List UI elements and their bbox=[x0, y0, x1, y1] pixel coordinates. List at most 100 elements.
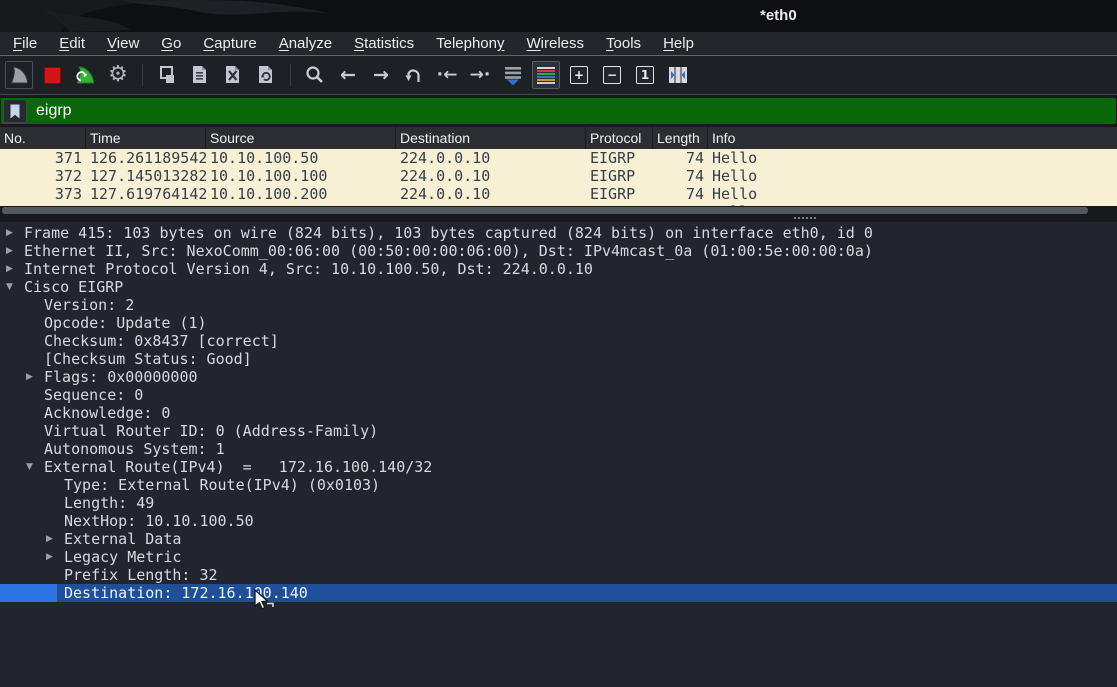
menu-item-go[interactable]: Go bbox=[150, 35, 192, 52]
column-header-length[interactable]: Length bbox=[653, 127, 708, 149]
restart-capture-button[interactable] bbox=[71, 61, 99, 89]
restart-fin-icon bbox=[73, 63, 97, 87]
pane-splitter[interactable] bbox=[0, 215, 1117, 222]
next-packet-button[interactable]: →· bbox=[466, 61, 494, 89]
cell-source: 10.10.100.200 bbox=[206, 185, 396, 203]
column-header-source[interactable]: Source bbox=[206, 127, 396, 149]
detail-text: Legacy Metric bbox=[64, 548, 181, 566]
main-toolbar: ⚙ bbox=[0, 56, 1117, 95]
scrollbar-thumb[interactable] bbox=[2, 207, 1088, 214]
cell-protocol: EIGRP bbox=[586, 185, 653, 203]
colorize-button[interactable] bbox=[532, 61, 560, 89]
tree-collapsed-icon[interactable]: ▶ bbox=[6, 224, 13, 242]
auto-scroll-button[interactable] bbox=[499, 61, 527, 89]
menu-item-capture[interactable]: Capture bbox=[192, 35, 267, 52]
detail-line[interactable]: ▼Cisco EIGRP bbox=[0, 278, 1117, 296]
display-filter-input[interactable]: eigrp bbox=[1, 98, 1116, 124]
filter-value: eigrp bbox=[36, 102, 72, 120]
zoom-out-button[interactable]: − bbox=[598, 61, 626, 89]
next-packet-icon: →· bbox=[470, 67, 491, 84]
packet-row[interactable]: 373127.61976414210.10.100.200224.0.0.10E… bbox=[0, 185, 1117, 203]
detail-line[interactable]: Autonomous System: 1 bbox=[0, 440, 1117, 458]
column-header-time[interactable]: Time bbox=[86, 127, 206, 149]
reload-file-button[interactable] bbox=[252, 61, 280, 89]
detail-line[interactable]: Virtual Router ID: 0 (Address-Family) bbox=[0, 422, 1117, 440]
previous-packet-button[interactable]: ·← bbox=[433, 61, 461, 89]
toolbar-separator bbox=[290, 64, 291, 86]
detail-text: Version: 2 bbox=[44, 296, 134, 314]
menu-item-file[interactable]: File bbox=[2, 35, 48, 52]
menu-item-telephony[interactable]: Telephony bbox=[425, 35, 515, 52]
zoom-100-button[interactable]: 1 bbox=[631, 61, 659, 89]
detail-line[interactable]: Acknowledge: 0 bbox=[0, 404, 1117, 422]
zoom-in-button[interactable]: + bbox=[565, 61, 593, 89]
packet-row[interactable]: 372127.14501328210.10.100.100224.0.0.10E… bbox=[0, 167, 1117, 185]
cell-time: 126.261189542 bbox=[86, 149, 206, 167]
detail-text: Sequence: 0 bbox=[44, 386, 143, 404]
menu-item-help[interactable]: Help bbox=[652, 35, 705, 52]
filter-bookmark-button[interactable] bbox=[3, 99, 27, 123]
save-file-button[interactable] bbox=[186, 61, 214, 89]
detail-line[interactable]: ▶Internet Protocol Version 4, Src: 10.10… bbox=[0, 260, 1117, 278]
detail-line-selected[interactable]: Destination: 172.16.100.140 bbox=[0, 584, 1117, 602]
detail-line[interactable]: [Checksum Status: Good] bbox=[0, 350, 1117, 368]
resize-columns-button[interactable] bbox=[664, 61, 692, 89]
menu-item-wireless[interactable]: Wireless bbox=[516, 35, 596, 52]
detail-line[interactable]: Version: 2 bbox=[0, 296, 1117, 314]
packet-row[interactable]: 371126.26118954210.10.100.50224.0.0.10EI… bbox=[0, 149, 1117, 167]
cell-destination: 224.0.0.10 bbox=[396, 185, 586, 203]
detail-line[interactable]: ▼External Route(IPv4) = 172.16.100.140/3… bbox=[0, 458, 1117, 476]
detail-line[interactable]: ▶Ethernet II, Src: NexoComm_00:06:00 (00… bbox=[0, 242, 1117, 260]
detail-line[interactable]: Opcode: Update (1) bbox=[0, 314, 1117, 332]
detail-text: NextHop: 10.10.100.50 bbox=[64, 512, 254, 530]
cell-destination: 224.0.0.10 bbox=[396, 167, 586, 185]
menu-item-tools[interactable]: Tools bbox=[595, 35, 652, 52]
detail-line[interactable]: Length: 49 bbox=[0, 494, 1117, 512]
open-file-button[interactable] bbox=[153, 61, 181, 89]
cell-source: 10.10.100.100 bbox=[206, 167, 396, 185]
tree-collapsed-icon[interactable]: ▶ bbox=[6, 260, 13, 278]
auto-scroll-icon bbox=[501, 63, 525, 87]
bookmark-icon bbox=[9, 104, 21, 119]
detail-line[interactable]: ▶External Data bbox=[0, 530, 1117, 548]
menu-item-analyze[interactable]: Analyze bbox=[268, 35, 343, 52]
capture-options-button[interactable]: ⚙ bbox=[104, 61, 132, 89]
detail-line[interactable]: ▶ Legacy Metric bbox=[0, 548, 1117, 566]
zoom-out-icon: − bbox=[603, 66, 621, 84]
detail-line[interactable]: ▶Flags: 0x00000000 bbox=[0, 368, 1117, 386]
tree-expanded-icon[interactable]: ▼ bbox=[26, 458, 33, 476]
detail-line[interactable]: Sequence: 0 bbox=[0, 386, 1117, 404]
start-capture-button[interactable] bbox=[5, 61, 33, 89]
packet-list-header: No.TimeSourceDestinationProtocolLengthIn… bbox=[0, 127, 1117, 149]
tree-collapsed-icon[interactable]: ▶ bbox=[6, 242, 13, 260]
cell-no: 373 bbox=[0, 185, 86, 203]
cell-info: Hello bbox=[708, 167, 1117, 185]
search-icon bbox=[303, 63, 327, 87]
save-file-icon bbox=[188, 63, 212, 87]
column-header-destination[interactable]: Destination bbox=[396, 127, 586, 149]
column-header-info[interactable]: Info bbox=[708, 127, 1117, 149]
tree-collapsed-icon[interactable]: ▶ bbox=[26, 368, 33, 386]
menu-item-edit[interactable]: Edit bbox=[48, 35, 96, 52]
menu-item-view[interactable]: View bbox=[96, 35, 150, 52]
close-file-button[interactable] bbox=[219, 61, 247, 89]
column-header-protocol[interactable]: Protocol bbox=[586, 127, 653, 149]
detail-line[interactable]: NextHop: 10.10.100.50 bbox=[0, 512, 1117, 530]
detail-line[interactable]: ▶ Frame 415: 103 bytes on wire (824 bits)… bbox=[0, 224, 1117, 242]
horizontal-scrollbar[interactable] bbox=[0, 206, 1117, 215]
column-header-no[interactable]: No. bbox=[0, 127, 86, 149]
go-forward-button[interactable]: → bbox=[367, 61, 395, 89]
go-to-packet-button[interactable] bbox=[400, 61, 428, 89]
go-back-button[interactable]: ← bbox=[334, 61, 362, 89]
tree-collapsed-icon[interactable]: ▶ bbox=[46, 530, 53, 548]
jump-arrow-icon bbox=[402, 63, 426, 87]
detail-line[interactable]: Checksum: 0x8437 [correct] bbox=[0, 332, 1117, 350]
detail-line[interactable]: Prefix Length: 32 bbox=[0, 566, 1117, 584]
menu-item-statistics[interactable]: Statistics bbox=[343, 35, 425, 52]
detail-text: Frame 415: 103 bytes on wire (824 bits),… bbox=[24, 224, 873, 242]
find-packet-button[interactable] bbox=[301, 61, 329, 89]
tree-expanded-icon[interactable]: ▼ bbox=[6, 278, 13, 296]
tree-collapsed-icon[interactable]: ▶ bbox=[46, 548, 53, 566]
detail-line[interactable]: Type: External Route(IPv4) (0x0103) bbox=[0, 476, 1117, 494]
stop-capture-button[interactable] bbox=[38, 61, 66, 89]
